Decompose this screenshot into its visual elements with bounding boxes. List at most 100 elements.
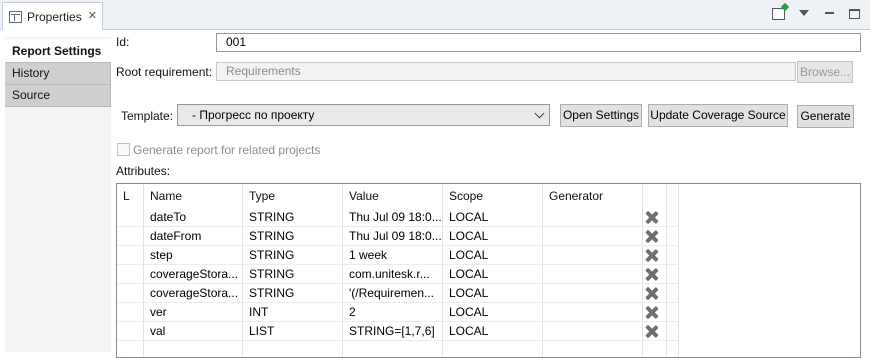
cell-value[interactable]: Thu Jul 09 18:0... [343, 227, 443, 246]
cell-type[interactable]: STRING [243, 208, 343, 227]
cell-generator[interactable] [543, 265, 643, 284]
related-projects-checkbox[interactable] [117, 143, 130, 156]
delete-icon[interactable] [645, 287, 658, 300]
cell-name[interactable]: coverageStora... [144, 284, 243, 303]
tab-report-settings[interactable]: Report Settings [5, 39, 111, 63]
cell-name[interactable]: dateFrom [144, 227, 243, 246]
table-row[interactable]: coverageStora... STRING com.unitesk.r...… [117, 265, 860, 284]
cell-value[interactable]: 1 week [343, 246, 443, 265]
table-header: L Name Type Value Scope Generator [117, 184, 860, 208]
minimize-icon[interactable] [823, 6, 837, 20]
view-actions [772, 6, 860, 20]
delete-icon[interactable] [645, 268, 658, 281]
root-requirement-label: Root requirement: [116, 65, 213, 79]
cell-spacer [667, 303, 679, 322]
delete-icon[interactable] [645, 249, 658, 262]
cell-generator [543, 341, 643, 357]
related-projects-label: Generate report for related projects [133, 143, 321, 157]
table-row-empty [117, 341, 860, 357]
column-header-l[interactable]: L [117, 184, 144, 208]
properties-view-tab[interactable]: Properties ✕ [2, 2, 103, 30]
view-tab-bar: Properties ✕ [0, 0, 870, 30]
column-header-value[interactable]: Value [343, 184, 443, 208]
column-header-spacer [667, 184, 679, 208]
cell-value [343, 341, 443, 357]
update-coverage-source-button[interactable]: Update Coverage Source [648, 104, 788, 127]
cell-generator[interactable] [543, 208, 643, 227]
cell-scope[interactable]: LOCAL [443, 227, 543, 246]
cell-value[interactable]: Thu Jul 09 18:0... [343, 208, 443, 227]
cell-delete [643, 303, 667, 322]
cell-generator[interactable] [543, 284, 643, 303]
cell-name[interactable]: ver [144, 303, 243, 322]
cell-delete [643, 265, 667, 284]
table-row[interactable]: ver INT 2 LOCAL [117, 303, 860, 322]
column-header-type[interactable]: Type [243, 184, 343, 208]
cell-type [243, 341, 343, 357]
cell-scope[interactable]: LOCAL [443, 322, 543, 341]
cell-scope[interactable]: LOCAL [443, 265, 543, 284]
cell-scope[interactable]: LOCAL [443, 284, 543, 303]
cell-spacer [667, 208, 679, 227]
tab-source[interactable]: Source [5, 85, 111, 107]
cell-name[interactable]: dateTo [144, 208, 243, 227]
cell-scope[interactable]: LOCAL [443, 208, 543, 227]
id-field[interactable]: 001 [216, 33, 861, 52]
cell-l [117, 208, 144, 227]
cell-type[interactable]: STRING [243, 246, 343, 265]
cell-name[interactable]: step [144, 246, 243, 265]
table-row[interactable]: step STRING 1 week LOCAL [117, 246, 860, 265]
cell-type[interactable]: STRING [243, 265, 343, 284]
cell-spacer [667, 341, 679, 357]
tab-history[interactable]: History [5, 63, 111, 85]
cell-name[interactable]: val [144, 322, 243, 341]
id-label: Id: [116, 35, 130, 49]
cell-type[interactable]: INT [243, 303, 343, 322]
delete-icon[interactable] [645, 325, 658, 338]
cell-scope[interactable]: LOCAL [443, 246, 543, 265]
attributes-table: L Name Type Value Scope Generator dateTo… [116, 183, 861, 358]
cell-l [117, 341, 144, 357]
maximize-icon[interactable] [849, 9, 860, 19]
cell-scope[interactable]: LOCAL [443, 303, 543, 322]
cell-delete [643, 322, 667, 341]
cell-generator[interactable] [543, 227, 643, 246]
cell-generator[interactable] [543, 303, 643, 322]
cell-generator[interactable] [543, 246, 643, 265]
table-row[interactable]: val LIST STRING=[1,7,6] LOCAL [117, 322, 860, 341]
close-icon[interactable]: ✕ [88, 11, 97, 22]
browse-button[interactable]: Browse... [797, 61, 853, 83]
cell-name[interactable]: coverageStora... [144, 265, 243, 284]
cell-value[interactable]: STRING=[1,7,6] [343, 322, 443, 341]
delete-icon[interactable] [645, 230, 658, 243]
pin-view-icon[interactable] [772, 8, 785, 20]
table-row[interactable]: coverageStora... STRING '(/Requiremen...… [117, 284, 860, 303]
delete-icon[interactable] [645, 211, 658, 224]
column-header-name[interactable]: Name [144, 184, 243, 208]
cell-type[interactable]: STRING [243, 284, 343, 303]
property-section-tabs: Report Settings History Source [5, 37, 111, 352]
template-select[interactable]: - Прогресс по проекту [177, 104, 550, 126]
open-settings-button[interactable]: Open Settings [560, 104, 642, 127]
cell-value[interactable]: '(/Requiremen... [343, 284, 443, 303]
cell-spacer [667, 322, 679, 341]
view-menu-icon[interactable] [797, 6, 811, 20]
cell-value[interactable]: 2 [343, 303, 443, 322]
properties-icon [9, 10, 22, 23]
cell-type[interactable]: LIST [243, 322, 343, 341]
cell-l [117, 246, 144, 265]
delete-icon[interactable] [645, 306, 658, 319]
cell-l [117, 322, 144, 341]
cell-generator[interactable] [543, 322, 643, 341]
generate-button[interactable]: Generate [797, 105, 854, 128]
cell-value[interactable]: com.unitesk.r... [343, 265, 443, 284]
root-requirement-field[interactable]: Requirements [216, 62, 796, 81]
cell-delete [643, 284, 667, 303]
cell-spacer [667, 265, 679, 284]
cell-l [117, 303, 144, 322]
cell-type[interactable]: STRING [243, 227, 343, 246]
column-header-generator[interactable]: Generator [543, 184, 643, 208]
table-row[interactable]: dateTo STRING Thu Jul 09 18:0... LOCAL [117, 208, 860, 227]
column-header-scope[interactable]: Scope [443, 184, 543, 208]
table-row[interactable]: dateFrom STRING Thu Jul 09 18:0... LOCAL [117, 227, 860, 246]
